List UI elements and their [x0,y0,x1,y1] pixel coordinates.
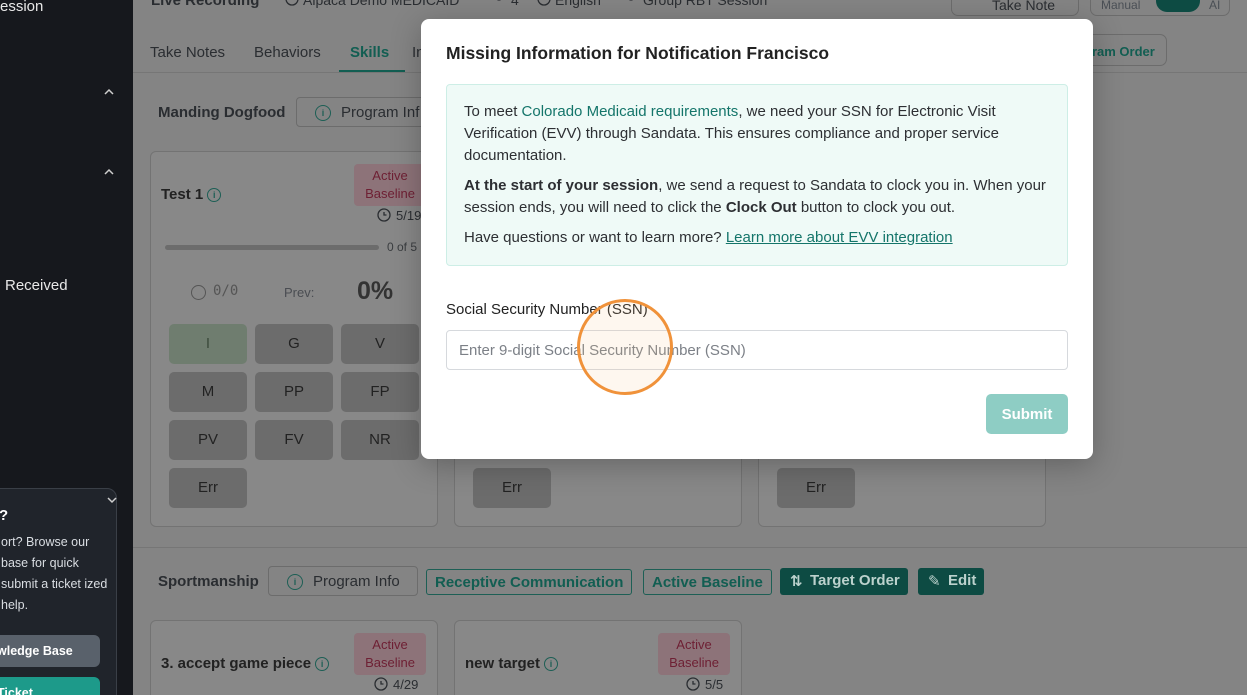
evv-info-box: To meet Colorado Medicaid requirements, … [446,84,1068,266]
status-badge: Active Baseline [658,633,730,675]
prompt-button-m[interactable]: M [169,372,247,412]
tab-skills[interactable]: Skills [350,44,389,61]
page-title: Live Recording [151,0,260,9]
info-icon[interactable]: i [544,657,559,672]
active-tab-indicator [339,70,405,72]
prompt-button-nr[interactable]: NR [341,420,419,460]
program-name: Manding Dogfood [158,104,286,121]
ssn-input[interactable] [446,330,1068,370]
status-badge: Active Baseline [354,164,426,206]
trial-count: 0/0 [213,283,239,299]
participant-count: 4 [511,0,519,8]
user-icon [628,0,634,1]
program-name: Sportmanship [158,573,259,590]
target-date: 5/5 [705,677,724,692]
clock-icon [377,208,391,222]
info-icon: i [315,105,331,121]
modal-title: Missing Information for Notification Fra… [446,43,830,63]
info-paragraph: To meet Colorado Medicaid requirements, … [464,103,1000,164]
prompt-button-err[interactable]: Err [473,468,551,508]
prev-label: Prev: [284,285,315,300]
target-card: new target i Active Baseline 5/5 [454,620,742,695]
sort-icon: ⇅ [790,573,803,590]
prompt-button-i[interactable]: I [169,324,247,364]
globe-icon [537,0,551,6]
target-date: 5/19 [396,208,422,223]
user-circle-icon [285,0,299,6]
prompt-button-fv[interactable]: FV [255,420,333,460]
percent-value: 0% [357,277,394,305]
chevron-up-icon[interactable] [103,86,115,98]
target-card: 3. accept game piece i Active Baseline 4/2… [150,620,438,695]
progress-bar [165,245,379,250]
target-title: Test 1i [161,186,222,203]
chevron-down-icon[interactable] [106,494,118,506]
divider [133,547,1247,548]
tab-behaviors[interactable]: Behaviors [254,44,321,61]
sidebar-session-label[interactable]: ession [0,0,43,15]
target-order-button[interactable]: ⇅ Target Order [780,568,908,595]
program-info-button[interactable]: i Program Info [268,566,418,596]
submit-button[interactable]: Submit [986,394,1068,434]
info-paragraph: At the start of your session, we send a … [464,177,1046,216]
program-info-label: Program Info [313,573,400,590]
prompt-button-err[interactable]: Err [169,468,247,508]
info-icon: i [287,574,303,590]
prompt-button-g[interactable]: G [255,324,333,364]
target-card: Test 1i Active Baseline 5/19 0 of 5 0/0 P… [150,151,438,527]
info-paragraph: Have questions or want to learn more? Le… [464,229,953,246]
radio-button[interactable] [191,285,206,300]
tag-active-baseline: Active Baseline [643,569,772,595]
tag-receptive-communication: Receptive Communication [426,569,633,595]
mode-toggle[interactable]: Manual AI [1090,0,1230,16]
prompt-button-fp[interactable]: FP [341,372,419,412]
status-badge: Active Baseline [354,633,426,675]
progress-text: 0 of 5 [387,240,418,254]
evv-learn-more-link[interactable]: Learn more about EVV integration [726,229,953,246]
program-info-label: Program Inf [341,104,420,121]
clock-icon [686,677,700,691]
submit-ticket-button[interactable]: Ticket [0,677,100,695]
ssn-label: Social Security Number (SSN) [446,301,648,318]
session-type: Group RBT Session [643,0,768,8]
toggle-switch[interactable] [1156,0,1200,12]
prompt-button-err[interactable]: Err [777,468,855,508]
users-icon [496,0,502,1]
client-name: Alpaca Demo MEDICAID [303,0,460,8]
prompt-button-pp[interactable]: PP [255,372,333,412]
target-date: 4/29 [393,677,419,692]
edit-button[interactable]: ✎ Edit [918,568,985,595]
target-title: new target i [465,655,559,672]
pencil-icon: ✎ [928,573,941,590]
program-info-button[interactable]: i Program Inf [296,97,436,127]
sidebar-received-label[interactable]: Received [5,277,68,294]
top-bar: Live Recording Alpaca Demo MEDICAID 4 En… [133,0,1247,16]
clock-icon [374,677,388,691]
prompt-button-v[interactable]: V [341,324,419,364]
info-icon[interactable]: i [207,188,222,203]
take-note-button[interactable]: Take Note [951,0,1079,16]
mode-manual-label: Manual [1101,0,1141,12]
help-text: ort? Browse our base for quick submit a … [1,535,108,612]
knowledge-base-button[interactable]: wledge Base [0,635,100,667]
help-card: ? ort? Browse our base for quick submit … [0,488,117,695]
sidebar: ession Received ? ort? Browse our base f… [0,0,133,695]
help-heading: ? [0,507,8,524]
missing-info-modal: Missing Information for Notification Fra… [421,19,1093,459]
language: English [555,0,601,8]
tab-take-notes[interactable]: Take Notes [150,44,225,61]
target-title: 3. accept game piece i [161,655,330,672]
info-icon[interactable]: i [315,657,330,672]
prompt-button-pv[interactable]: PV [169,420,247,460]
mode-ai-label: AI [1209,0,1221,12]
chevron-up-icon[interactable] [103,166,115,178]
